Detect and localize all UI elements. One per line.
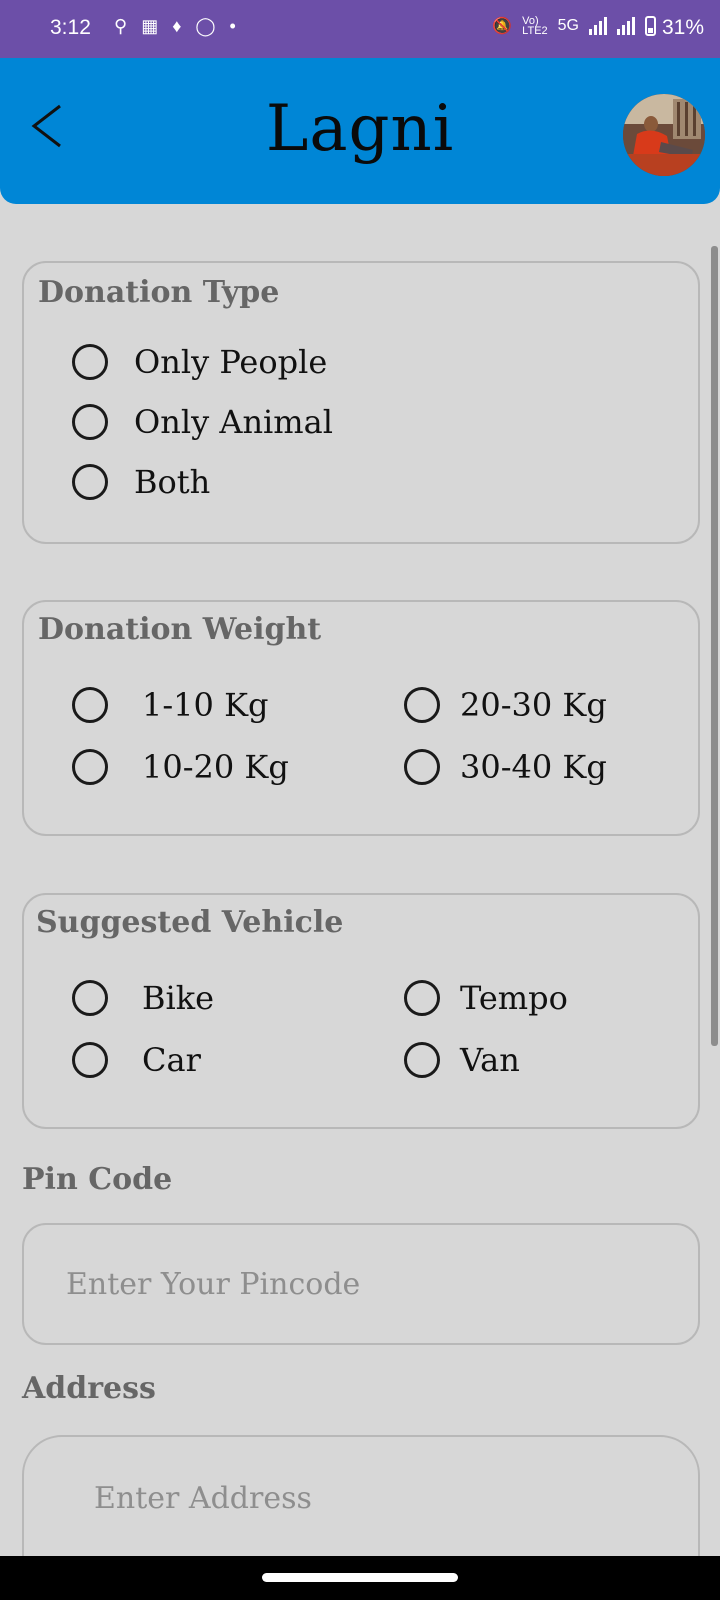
signal-2-icon: [617, 17, 635, 35]
profile-photo: [623, 94, 705, 176]
status-time: 3:12: [50, 16, 91, 39]
radio-only-animal[interactable]: Only Animal: [72, 403, 333, 441]
radio-circle-icon[interactable]: [72, 687, 108, 723]
page-title: Lagni: [265, 92, 455, 166]
radio-label: Only Animal: [134, 403, 333, 441]
radio-weight-30-40[interactable]: 30-40 Kg: [404, 748, 607, 786]
radio-weight-10-20[interactable]: 10-20 Kg: [72, 748, 289, 786]
suggested-vehicle-title: Suggested Vehicle: [36, 905, 344, 940]
battery-percent: 31%: [661, 16, 704, 39]
mute-icon: 🔕: [492, 18, 513, 35]
radio-both[interactable]: Both: [72, 463, 210, 501]
radio-circle-icon[interactable]: [72, 464, 108, 500]
radio-vehicle-van[interactable]: Van: [404, 1041, 520, 1079]
donation-weight-title: Donation Weight: [38, 612, 322, 647]
status-bar: 3:12 ⚲ ▦ ♦ ◯ • 🔕 Vo) LTE2 5G 31%: [0, 0, 720, 58]
app-bar: Lagni: [0, 58, 720, 204]
radio-label: 20-30 Kg: [460, 686, 607, 724]
radio-circle-icon[interactable]: [72, 344, 108, 380]
location-notification-icon: ⚲: [114, 16, 128, 36]
avatar[interactable]: [623, 94, 705, 176]
radio-weight-20-30[interactable]: 20-30 Kg: [404, 686, 607, 724]
radio-circle-icon[interactable]: [404, 980, 440, 1016]
radio-label: 30-40 Kg: [460, 748, 607, 786]
radio-circle-icon[interactable]: [72, 1042, 108, 1078]
system-navigation-bar: [0, 1556, 720, 1600]
radio-label: Tempo: [460, 979, 568, 1017]
donation-type-title: Donation Type: [38, 275, 280, 310]
network-type: 5G: [557, 17, 579, 34]
radio-vehicle-car[interactable]: Car: [72, 1041, 201, 1079]
more-notifications-dot-icon: •: [229, 16, 236, 36]
donation-type-card: Donation Type Only People Only Animal Bo…: [22, 261, 700, 544]
radio-label: Bike: [142, 979, 215, 1017]
radio-vehicle-bike[interactable]: Bike: [72, 979, 214, 1017]
calendar-notification-icon: ▦: [141, 16, 159, 36]
radio-circle-icon[interactable]: [72, 404, 108, 440]
donation-weight-card: Donation Weight 1-10 Kg 20-30 Kg 10-20 K…: [22, 600, 700, 836]
ticket-notification-icon: ♦: [172, 16, 182, 36]
radio-circle-icon[interactable]: [404, 1042, 440, 1078]
battery-icon: [645, 16, 656, 36]
radio-only-people[interactable]: Only People: [72, 343, 327, 381]
radio-label: Both: [134, 463, 211, 501]
home-indicator[interactable]: [262, 1573, 458, 1582]
pin-code-label: Pin Code: [22, 1162, 173, 1197]
signal-1-icon: [589, 17, 607, 35]
radio-circle-icon[interactable]: [72, 749, 108, 785]
radio-vehicle-tempo[interactable]: Tempo: [404, 979, 568, 1017]
radio-label: Car: [142, 1041, 201, 1079]
radio-circle-icon[interactable]: [72, 980, 108, 1016]
suggested-vehicle-card: Suggested Vehicle Bike Tempo Car Van: [22, 893, 700, 1129]
radio-label: 10-20 Kg: [142, 748, 289, 786]
radio-weight-1-10[interactable]: 1-10 Kg: [72, 686, 268, 724]
app-notification-icon: ◯: [195, 16, 216, 36]
volte-icon: Vo) LTE2: [522, 15, 548, 37]
radio-circle-icon[interactable]: [404, 687, 440, 723]
radio-label: Van: [460, 1041, 520, 1079]
radio-label: 1-10 Kg: [142, 686, 269, 724]
scrollbar[interactable]: [711, 246, 718, 1046]
address-label: Address: [22, 1371, 156, 1406]
radio-label: Only People: [134, 343, 328, 381]
pincode-input[interactable]: [22, 1223, 700, 1345]
radio-circle-icon[interactable]: [404, 749, 440, 785]
